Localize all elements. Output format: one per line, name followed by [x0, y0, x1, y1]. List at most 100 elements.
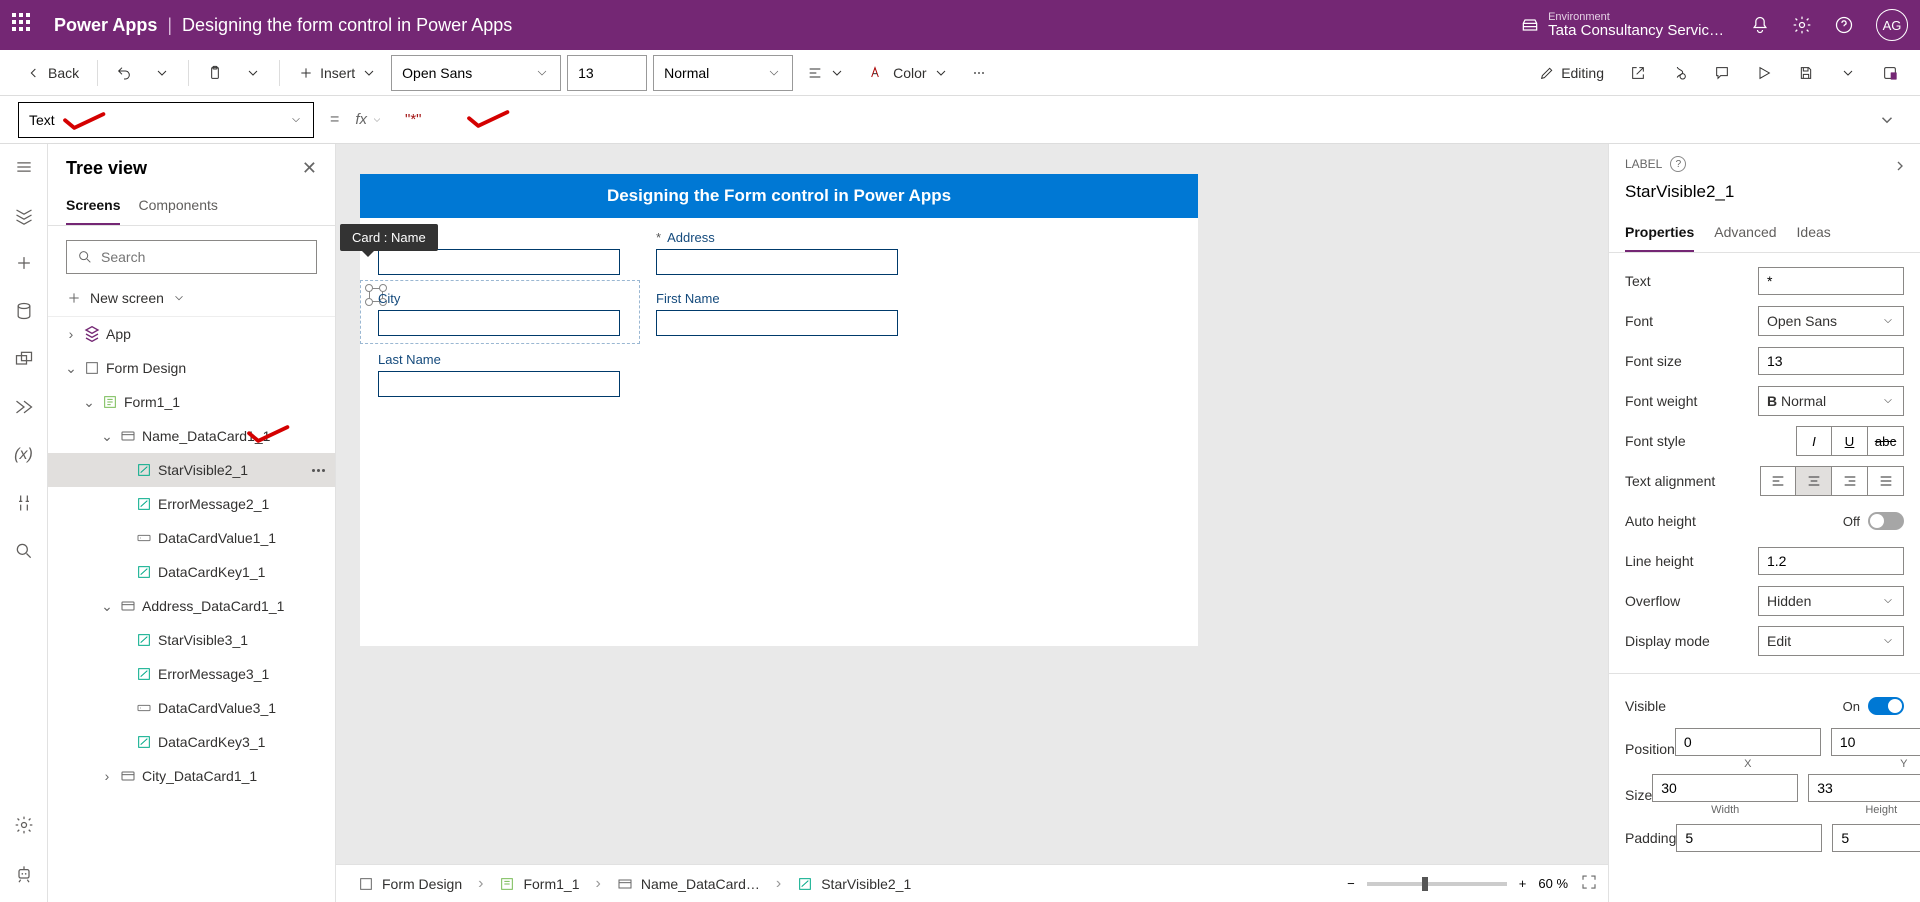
- undo-menu[interactable]: [146, 57, 178, 89]
- editing-mode-button[interactable]: Editing: [1535, 57, 1608, 89]
- formula-input[interactable]: "*": [393, 102, 1862, 138]
- align-left-button[interactable]: [1760, 466, 1796, 496]
- prop-font-select[interactable]: Open Sans: [1758, 306, 1904, 336]
- insert-button[interactable]: Insert: [290, 57, 385, 89]
- tree-node-app[interactable]: › App: [48, 317, 335, 351]
- canvas-screen[interactable]: Designing the Form control in Power Apps…: [360, 174, 1198, 646]
- align-justify-button[interactable]: [1868, 466, 1904, 496]
- field-first-name[interactable]: First Name: [656, 291, 934, 352]
- tree-view-icon[interactable]: [13, 204, 35, 226]
- font-weight-select[interactable]: Normal: [653, 55, 793, 91]
- comments-button[interactable]: [1710, 57, 1734, 89]
- prop-y-input[interactable]: [1831, 728, 1920, 756]
- advanced-tools-icon[interactable]: [13, 492, 35, 514]
- tree-node-addr-card[interactable]: ⌄ Address_DataCard1_1: [48, 589, 335, 623]
- tree-search-input[interactable]: [66, 240, 317, 274]
- settings-rail-icon[interactable]: [13, 814, 35, 836]
- overflow-menu[interactable]: [963, 57, 995, 89]
- save-button[interactable]: [1794, 57, 1818, 89]
- prop-line-height-input[interactable]: [1758, 547, 1904, 575]
- canvas-area[interactable]: Designing the Form control in Power Apps…: [336, 144, 1608, 864]
- user-avatar[interactable]: AG: [1876, 9, 1908, 41]
- tree-node-key1[interactable]: DataCardKey1_1: [48, 555, 335, 589]
- zoom-out-button[interactable]: −: [1347, 876, 1355, 891]
- environment-picker[interactable]: Environment Tata Consultancy Servic…: [1520, 11, 1724, 40]
- tab-components[interactable]: Components: [138, 191, 217, 225]
- save-menu[interactable]: [1836, 57, 1860, 89]
- tree-node-err2[interactable]: ErrorMessage2_1: [48, 487, 335, 521]
- breadcrumb-screen[interactable]: Form Design: [346, 872, 474, 896]
- undo-button[interactable]: [108, 57, 140, 89]
- prop-x-input[interactable]: [1675, 728, 1821, 756]
- tree-node-val1[interactable]: DataCardValue1_1: [48, 521, 335, 555]
- hamburger-icon[interactable]: [13, 156, 35, 178]
- zoom-slider[interactable]: [1367, 882, 1507, 886]
- virtual-agent-icon[interactable]: [13, 862, 35, 884]
- tree-node-star3[interactable]: StarVisible3_1: [48, 623, 335, 657]
- prop-overflow-select[interactable]: Hidden: [1758, 586, 1904, 616]
- publish-button[interactable]: [1878, 57, 1902, 89]
- auto-height-toggle[interactable]: [1868, 512, 1904, 530]
- data-icon[interactable]: [13, 300, 35, 322]
- paste-menu[interactable]: [237, 57, 269, 89]
- align-right-button[interactable]: [1832, 466, 1868, 496]
- tab-screens[interactable]: Screens: [66, 191, 120, 225]
- property-selector[interactable]: Text: [18, 102, 314, 138]
- underline-button[interactable]: U: [1832, 426, 1868, 456]
- tree-node-star2[interactable]: StarVisible2_1: [48, 453, 335, 487]
- prop-display-mode-select[interactable]: Edit: [1758, 626, 1904, 656]
- italic-button[interactable]: I: [1796, 426, 1832, 456]
- prop-height-input[interactable]: [1808, 774, 1920, 802]
- address-input[interactable]: [656, 249, 898, 275]
- field-last-name[interactable]: Last Name: [378, 352, 656, 413]
- tree-item-more-icon[interactable]: [312, 469, 325, 472]
- prop-font-size-input[interactable]: [1758, 347, 1904, 375]
- visible-toggle[interactable]: [1868, 697, 1904, 715]
- app-checker-button[interactable]: [1668, 57, 1692, 89]
- media-icon[interactable]: [13, 348, 35, 370]
- breadcrumb-form[interactable]: Form1_1: [487, 872, 591, 896]
- power-automate-icon[interactable]: [13, 396, 35, 418]
- settings-icon[interactable]: [1792, 15, 1812, 35]
- preview-button[interactable]: [1752, 57, 1776, 89]
- tab-advanced[interactable]: Advanced: [1714, 216, 1776, 252]
- alignment-button[interactable]: [799, 57, 853, 89]
- tree-node-name-card[interactable]: ⌄ Name_DataCard1_1: [48, 419, 335, 453]
- fx-icon[interactable]: fx: [355, 111, 383, 128]
- tree-node-city-card[interactable]: › City_DataCard1_1: [48, 759, 335, 793]
- notifications-icon[interactable]: [1750, 15, 1770, 35]
- tab-properties[interactable]: Properties: [1625, 216, 1694, 252]
- share-button[interactable]: [1626, 57, 1650, 89]
- close-tree-icon[interactable]: ✕: [302, 158, 317, 179]
- fit-to-screen-icon[interactable]: [1580, 873, 1598, 894]
- field-address[interactable]: *Address: [656, 230, 934, 291]
- back-button[interactable]: Back: [18, 57, 87, 89]
- field-city[interactable]: City: [378, 291, 656, 352]
- breadcrumb-card[interactable]: Name_DataCard…: [605, 872, 772, 896]
- zoom-in-button[interactable]: +: [1519, 876, 1527, 891]
- color-button[interactable]: Color: [859, 57, 956, 89]
- first-name-input[interactable]: [656, 310, 898, 336]
- paste-button[interactable]: [199, 57, 231, 89]
- strikethrough-button[interactable]: abc: [1868, 426, 1904, 456]
- variables-icon[interactable]: (x): [13, 444, 35, 466]
- prop-padding-1-input[interactable]: [1676, 824, 1822, 852]
- prop-width-input[interactable]: [1652, 774, 1798, 802]
- search-rail-icon[interactable]: [13, 540, 35, 562]
- help-badge-icon[interactable]: ?: [1670, 156, 1686, 172]
- expand-formula-icon[interactable]: [1872, 105, 1902, 135]
- prop-padding-2-input[interactable]: [1832, 824, 1920, 852]
- breadcrumb-control[interactable]: StarVisible2_1: [785, 872, 923, 896]
- name-input[interactable]: [378, 249, 620, 275]
- prop-text-input[interactable]: [1758, 267, 1904, 295]
- tree-node-form[interactable]: ⌄ Form1_1: [48, 385, 335, 419]
- help-icon[interactable]: [1834, 15, 1854, 35]
- tree-node-key3[interactable]: DataCardKey3_1: [48, 725, 335, 759]
- city-input[interactable]: [378, 310, 620, 336]
- last-name-input[interactable]: [378, 371, 620, 397]
- collapse-panel-icon[interactable]: [1892, 158, 1908, 179]
- tree-node-screen[interactable]: ⌄ Form Design: [48, 351, 335, 385]
- tree-node-err3[interactable]: ErrorMessage3_1: [48, 657, 335, 691]
- app-launcher-icon[interactable]: [12, 13, 36, 37]
- font-size-select[interactable]: 13: [567, 55, 647, 91]
